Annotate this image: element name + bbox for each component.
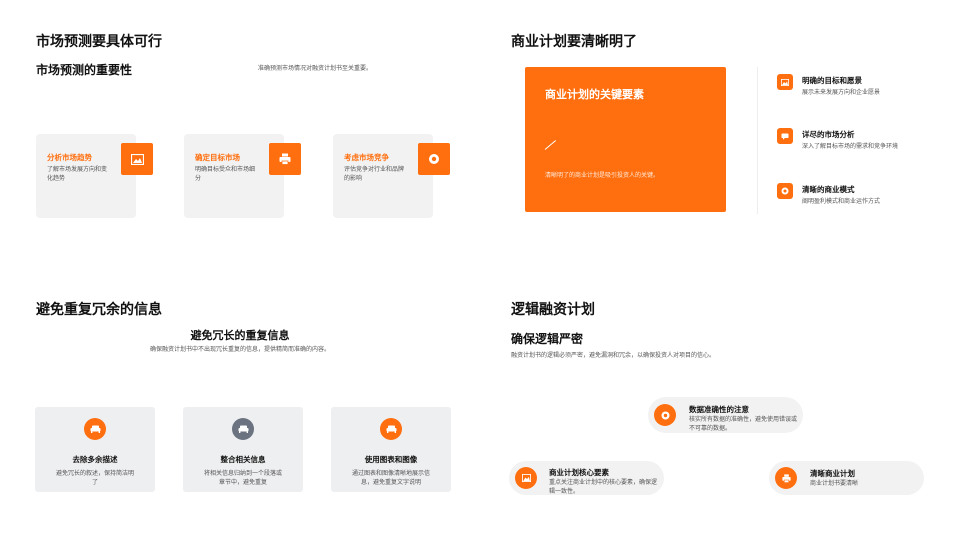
card-title: 确定目标市场 bbox=[195, 153, 240, 162]
sofa-icon bbox=[380, 418, 402, 440]
item-desc: 阐明盈利模式和商业运作方式 bbox=[802, 198, 881, 205]
slide-title: 市场预测要具体可行 bbox=[36, 34, 162, 50]
card-market-trend: 分析市场趋势 了解市场发展方向和变化趋势 bbox=[36, 134, 153, 218]
card-title: 使用图表和图像 bbox=[364, 455, 418, 464]
image-icon bbox=[515, 467, 537, 489]
pill-title: 商业计划核心要素 bbox=[549, 468, 609, 477]
card-desc: 通过图表和图像清晰地展示信息，避免重复文字说明 bbox=[351, 470, 430, 486]
card-title: 考虑市场竞争 bbox=[344, 153, 389, 162]
sofa-icon bbox=[84, 418, 106, 440]
pill-clear-plan: 清晰商业计划 商业计划书要清晰 bbox=[769, 461, 924, 495]
card-desc: 明确目标受众和市场细分 bbox=[195, 166, 256, 182]
chat-icon bbox=[777, 128, 793, 144]
section-subtitle: 市场预测的重要性 bbox=[36, 63, 133, 77]
pill-title: 清晰商业计划 bbox=[810, 469, 855, 478]
card-integrate-info: 整合相关信息 将相关信息归纳到一个段落或章节中，避免重复 bbox=[183, 407, 303, 492]
card-desc: 评估竞争对行业和品牌的影响 bbox=[344, 166, 405, 182]
pill-desc: 商业计划书要清晰 bbox=[810, 480, 859, 487]
item-title: 明确的目标和愿景 bbox=[802, 76, 862, 85]
card-remove-redundant: 去除多余描述 避免冗长的叙述，保持简洁明了 bbox=[35, 407, 155, 492]
card-desc: 将相关信息归纳到一个段落或章节中，避免重复 bbox=[203, 470, 282, 486]
section-note: 融资计划书的逻辑必须严密，避免漏洞和冗余，以确保投资人对项目的信心。 bbox=[511, 352, 716, 359]
pill-title: 数据准确性的注意 bbox=[689, 405, 749, 414]
box-desc: 清晰明了的商业计划是吸引投资人的关键。 bbox=[545, 172, 660, 179]
box-title: 商业计划的关键要素 bbox=[545, 88, 644, 101]
target-icon bbox=[777, 183, 793, 199]
divider bbox=[757, 67, 758, 214]
printer-icon bbox=[775, 467, 797, 489]
item-desc: 深入了解目标市场的需求和竞争环境 bbox=[802, 143, 899, 150]
printer-icon bbox=[269, 143, 301, 175]
section-subtitle: 确保逻辑严密 bbox=[511, 332, 584, 346]
slide-title: 避免重复冗余的信息 bbox=[36, 302, 162, 318]
slide-business-plan-clear: 商业计划要清晰明了 商业计划的关键要素 清晰明了的商业计划是吸引投资人的关键。 … bbox=[480, 0, 960, 274]
pill-desc: 核实所有数据的准确性，避免使用错误或不可靠的数据。 bbox=[689, 416, 798, 432]
card-target-market: 确定目标市场 明确目标受众和市场细分 bbox=[184, 134, 301, 218]
target-icon bbox=[654, 404, 676, 426]
slide-avoid-redundancy: 避免重复冗余的信息 避免冗长的重复信息 确保融资计划书中不出现冗长重复的信息，提… bbox=[0, 274, 480, 548]
card-competition: 考虑市场竞争 评估竞争对行业和品牌的影响 bbox=[333, 134, 450, 218]
card-desc: 避免冗长的叙述，保持简洁明了 bbox=[55, 470, 134, 486]
card-use-charts: 使用图表和图像 通过图表和图像清晰地展示信息，避免重复文字说明 bbox=[331, 407, 451, 492]
card-title: 分析市场趋势 bbox=[47, 153, 92, 162]
slide-title: 逻辑融资计划 bbox=[511, 302, 595, 318]
image-icon bbox=[121, 143, 153, 175]
target-icon bbox=[418, 143, 450, 175]
slide-market-forecast: 市场预测要具体可行 市场预测的重要性 准确预测市场情况对融资计划书至关重要。 分… bbox=[0, 0, 480, 274]
pill-data-accuracy: 数据准确性的注意 核实所有数据的准确性，避免使用错误或不可靠的数据。 bbox=[648, 397, 803, 433]
section-note: 准确预测市场情况对融资计划书至关重要。 bbox=[258, 65, 373, 72]
item-title: 清晰的商业模式 bbox=[802, 185, 855, 194]
key-elements-box: 商业计划的关键要素 清晰明了的商业计划是吸引投资人的关键。 bbox=[525, 67, 726, 212]
decor-line bbox=[544, 140, 557, 150]
section-note: 确保融资计划书中不出现冗长重复的信息，提供精简而准确的内容。 bbox=[149, 346, 330, 353]
item-title: 详尽的市场分析 bbox=[802, 130, 855, 139]
pill-desc: 重点关注商业计划中的核心要素，确保逻辑一致性。 bbox=[549, 479, 658, 495]
card-title: 去除多余描述 bbox=[72, 455, 118, 464]
sofa-icon bbox=[232, 418, 254, 440]
pill-core-elements: 商业计划核心要素 重点关注商业计划中的核心要素，确保逻辑一致性。 bbox=[509, 461, 664, 495]
card-desc: 了解市场发展方向和变化趋势 bbox=[47, 166, 108, 182]
image-icon bbox=[777, 74, 793, 90]
slide-logical-financing: 逻辑融资计划 确保逻辑严密 融资计划书的逻辑必须严密，避免漏洞和冗余，以确保投资… bbox=[480, 274, 960, 548]
item-desc: 展示未来发展方向和企业愿景 bbox=[802, 89, 881, 96]
card-title: 整合相关信息 bbox=[220, 455, 266, 464]
slide-title: 商业计划要清晰明了 bbox=[511, 34, 637, 50]
section-subtitle: 避免冗长的重复信息 bbox=[190, 329, 290, 342]
